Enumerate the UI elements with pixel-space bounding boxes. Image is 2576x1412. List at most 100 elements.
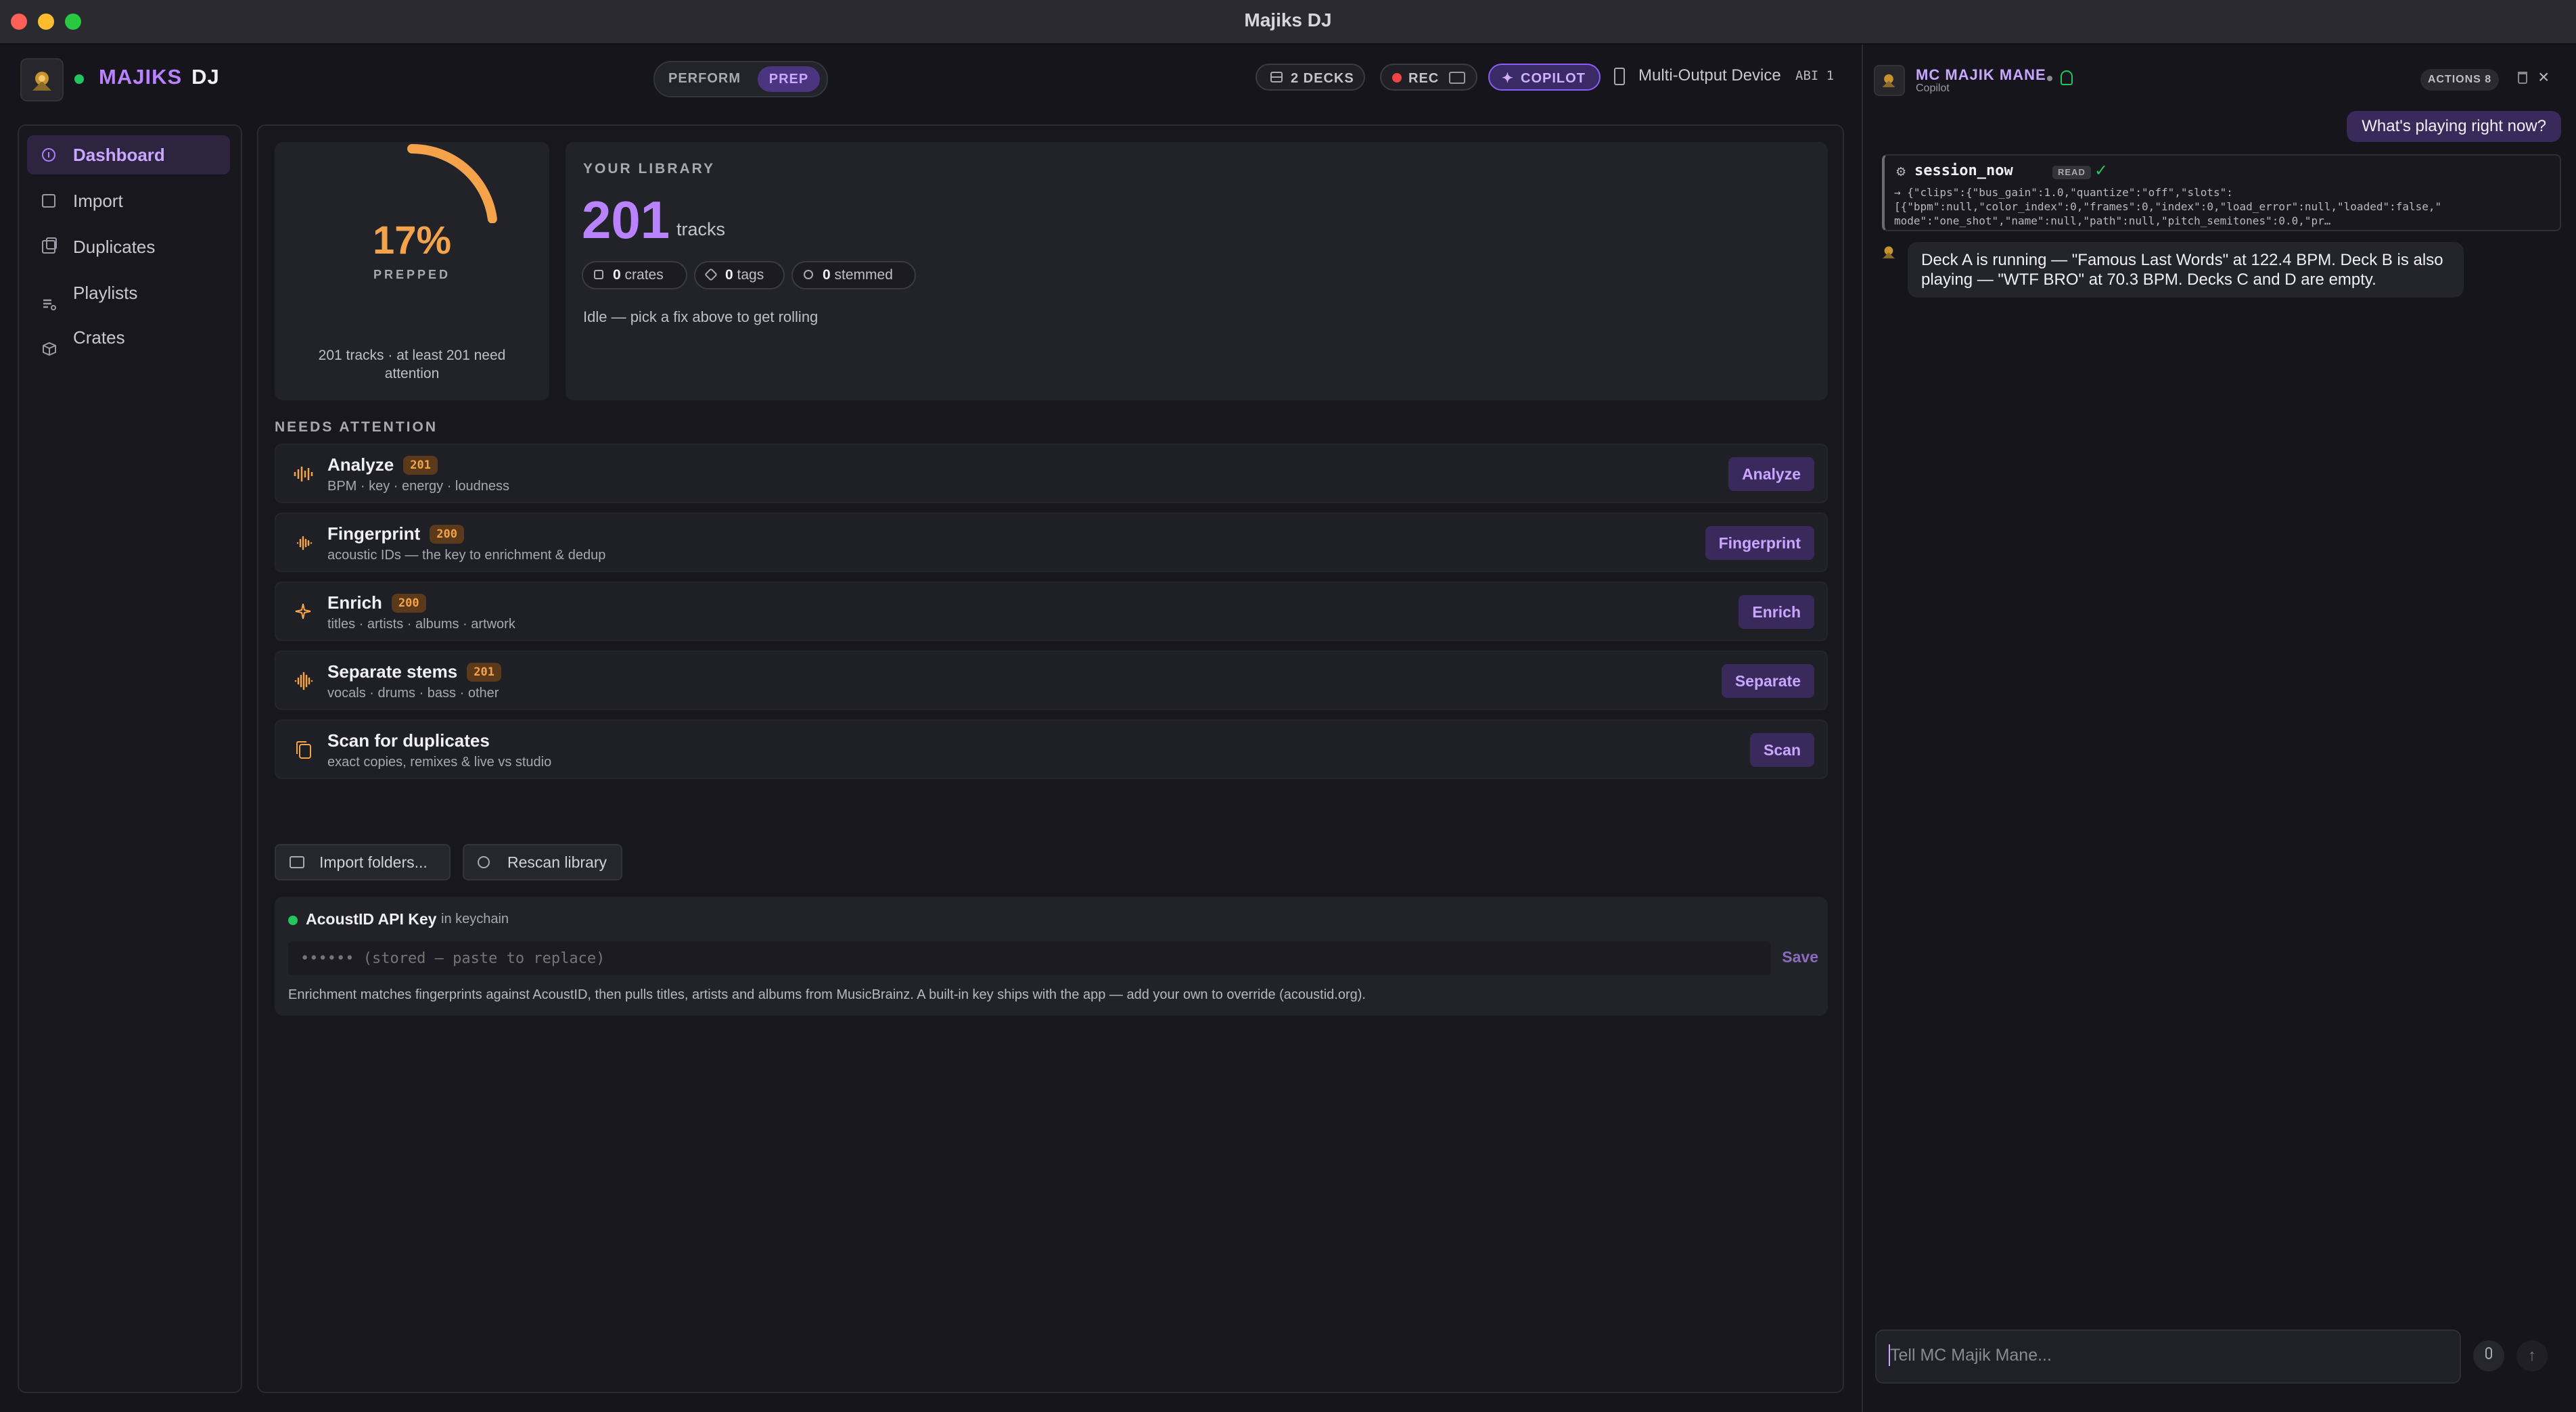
- sidebar-item-label: Crates: [73, 327, 125, 348]
- tags-chip-label: tags: [737, 267, 764, 283]
- refresh-icon: [478, 856, 490, 868]
- stems-icon: [804, 270, 813, 279]
- sidebar-item-label: Duplicates: [73, 237, 156, 257]
- close-icon[interactable]: ×: [2538, 66, 2549, 88]
- copilot-status-dot: [2047, 76, 2052, 81]
- acoustid-subtitle: in keychain: [441, 912, 509, 926]
- task-count-badge: 201: [403, 456, 438, 475]
- prep-progress-gauge: [407, 144, 497, 223]
- copilot-avatar: [1874, 65, 1905, 96]
- mode-toggle: PERFORM PREP: [653, 61, 828, 97]
- rescan-library-button[interactable]: Rescan library: [463, 844, 622, 880]
- task-count-badge: 200: [430, 525, 464, 544]
- copy-icon: [296, 741, 311, 759]
- audio-waves-icon: [294, 672, 313, 690]
- check-icon: ✓: [2094, 162, 2109, 180]
- stemmed-chip-label: stemmed: [834, 267, 893, 283]
- mode-perform-button[interactable]: PERFORM: [668, 71, 741, 87]
- prep-note: 201 tracks · at least 201 need attention: [318, 348, 506, 381]
- task-name: Analyze: [327, 454, 394, 475]
- save-key-button[interactable]: Save: [1782, 948, 1818, 966]
- crates-chip: 0 crates: [582, 261, 687, 289]
- acoustid-key-card: AcoustID API Key in keychain Save Enrich…: [275, 897, 1828, 1016]
- decks-button[interactable]: 2 DECKS: [1256, 64, 1365, 91]
- waveform-icon: [294, 467, 313, 481]
- crate-icon: [594, 270, 603, 279]
- acoustid-note: Enrichment matches fingerprints against …: [288, 987, 1366, 1002]
- tags-count: 0: [725, 267, 733, 283]
- library-status: Idle — pick a fix above to get rolling: [583, 308, 819, 325]
- sidebar-item-dashboard[interactable]: Dashboard: [27, 135, 230, 174]
- lion-logo-icon: [32, 72, 51, 91]
- import-folders-button[interactable]: Import folders...: [275, 844, 451, 880]
- library-title: YOUR LIBRARY: [583, 161, 716, 176]
- captions-icon: [1449, 72, 1465, 84]
- task-description: titles · artists · albums · artwork: [327, 617, 515, 632]
- send-arrow-icon[interactable]: ↑: [2516, 1340, 2548, 1371]
- stemmed-count: 0: [823, 267, 831, 283]
- copilot-label: COPILOT: [1521, 71, 1586, 86]
- separate-button[interactable]: Separate: [1721, 664, 1814, 698]
- library-count: 201: [582, 190, 670, 250]
- import-icon: [42, 194, 55, 208]
- decks-icon: [1270, 72, 1283, 83]
- tool-read-badge: READ: [2052, 166, 2091, 179]
- task-name: Separate stems: [327, 661, 458, 682]
- main-app: MAJIKS DJ PERFORM PREP 2 DECKS REC ✦ COPI…: [0, 45, 1862, 1412]
- prep-progress-card: 17% PREPPED 201 tracks · at least 201 ne…: [275, 142, 549, 400]
- enrich-button[interactable]: Enrich: [1739, 595, 1814, 629]
- copilot-message: Deck A is running — "Famous Last Words" …: [1908, 242, 2464, 298]
- prep-percent: 17%: [372, 218, 452, 262]
- sidebar-item-label: Dashboard: [73, 145, 165, 165]
- brand-dj: DJ: [191, 65, 220, 89]
- sidebar-item-crates[interactable]: Crates: [27, 318, 230, 357]
- dashboard-main: 17% PREPPED 201 tracks · at least 201 ne…: [257, 124, 1844, 1393]
- sidebar-item-import[interactable]: Import: [27, 181, 230, 220]
- analyze-button[interactable]: Analyze: [1728, 457, 1814, 491]
- sparkle-icon: [295, 603, 311, 619]
- copilot-input[interactable]: Tell MC Majik Mane...: [1875, 1329, 2461, 1384]
- playlists-icon: [42, 286, 56, 310]
- dashboard-icon: [42, 148, 55, 162]
- mode-prep-button[interactable]: PREP: [758, 66, 820, 92]
- library-card: YOUR LIBRARY 201 tracks 0 crates 0 tags …: [566, 142, 1828, 400]
- microphone-icon[interactable]: [2473, 1340, 2504, 1371]
- stemmed-chip: 0 stemmed: [791, 261, 916, 289]
- user-message: What's playing right now?: [2347, 111, 2561, 142]
- tool-json-line: mode":"one_shot","name":null,"path":null…: [1894, 214, 2331, 227]
- sidebar-item-duplicates[interactable]: Duplicates: [27, 227, 230, 266]
- api-key-input[interactable]: [288, 941, 1771, 975]
- lion-avatar-icon: [1882, 74, 1895, 87]
- headset-icon[interactable]: [2061, 70, 2073, 85]
- task-description: vocals · drums · bass · other: [327, 686, 499, 701]
- app-logo: [20, 58, 64, 101]
- window-title: Majiks DJ: [1244, 9, 1332, 30]
- scan-button[interactable]: Scan: [1750, 733, 1814, 767]
- tag-icon: [704, 268, 718, 281]
- trash-icon[interactable]: [2518, 72, 2527, 84]
- crates-chip-label: crates: [624, 267, 664, 283]
- output-device-select[interactable]: Multi-Output Device: [1638, 66, 1781, 85]
- prep-label: PREPPED: [373, 268, 451, 281]
- record-button[interactable]: REC: [1380, 64, 1477, 91]
- sidebar-item-label: Playlists: [73, 283, 138, 303]
- task-scan-duplicates: Scan for duplicates exact copies, remixe…: [275, 720, 1828, 779]
- gear-icon: ⚙: [1895, 165, 1907, 179]
- decks-label: 2 DECKS: [1291, 71, 1354, 86]
- sparkle-icon: ✦: [1502, 71, 1514, 86]
- tool-call-card[interactable]: ⚙ session_now READ ✓ → {"clips":{"bus_ga…: [1882, 154, 2561, 231]
- fingerprint-icon: [296, 536, 313, 550]
- actions-count-badge[interactable]: ACTIONS 8: [2420, 69, 2499, 91]
- sidebar: Dashboard Import Duplicates Playlists Cr…: [18, 124, 242, 1393]
- title-bar: Majiks DJ: [0, 0, 2576, 45]
- import-folders-label: Import folders...: [319, 853, 428, 871]
- folder-icon: [290, 856, 304, 868]
- record-dot-icon: [1392, 73, 1402, 83]
- fingerprint-button[interactable]: Fingerprint: [1705, 526, 1814, 560]
- copilot-panel: MC MAJIK MANE Copilot ACTIONS 8 × What's…: [1862, 45, 2576, 1412]
- sidebar-item-playlists[interactable]: Playlists: [27, 273, 230, 312]
- task-name: Fingerprint: [327, 523, 421, 544]
- task-count-badge: 201: [467, 663, 501, 682]
- copilot-toggle-button[interactable]: ✦ COPILOT: [1488, 64, 1601, 91]
- abi-label: ABI 1: [1795, 68, 1835, 83]
